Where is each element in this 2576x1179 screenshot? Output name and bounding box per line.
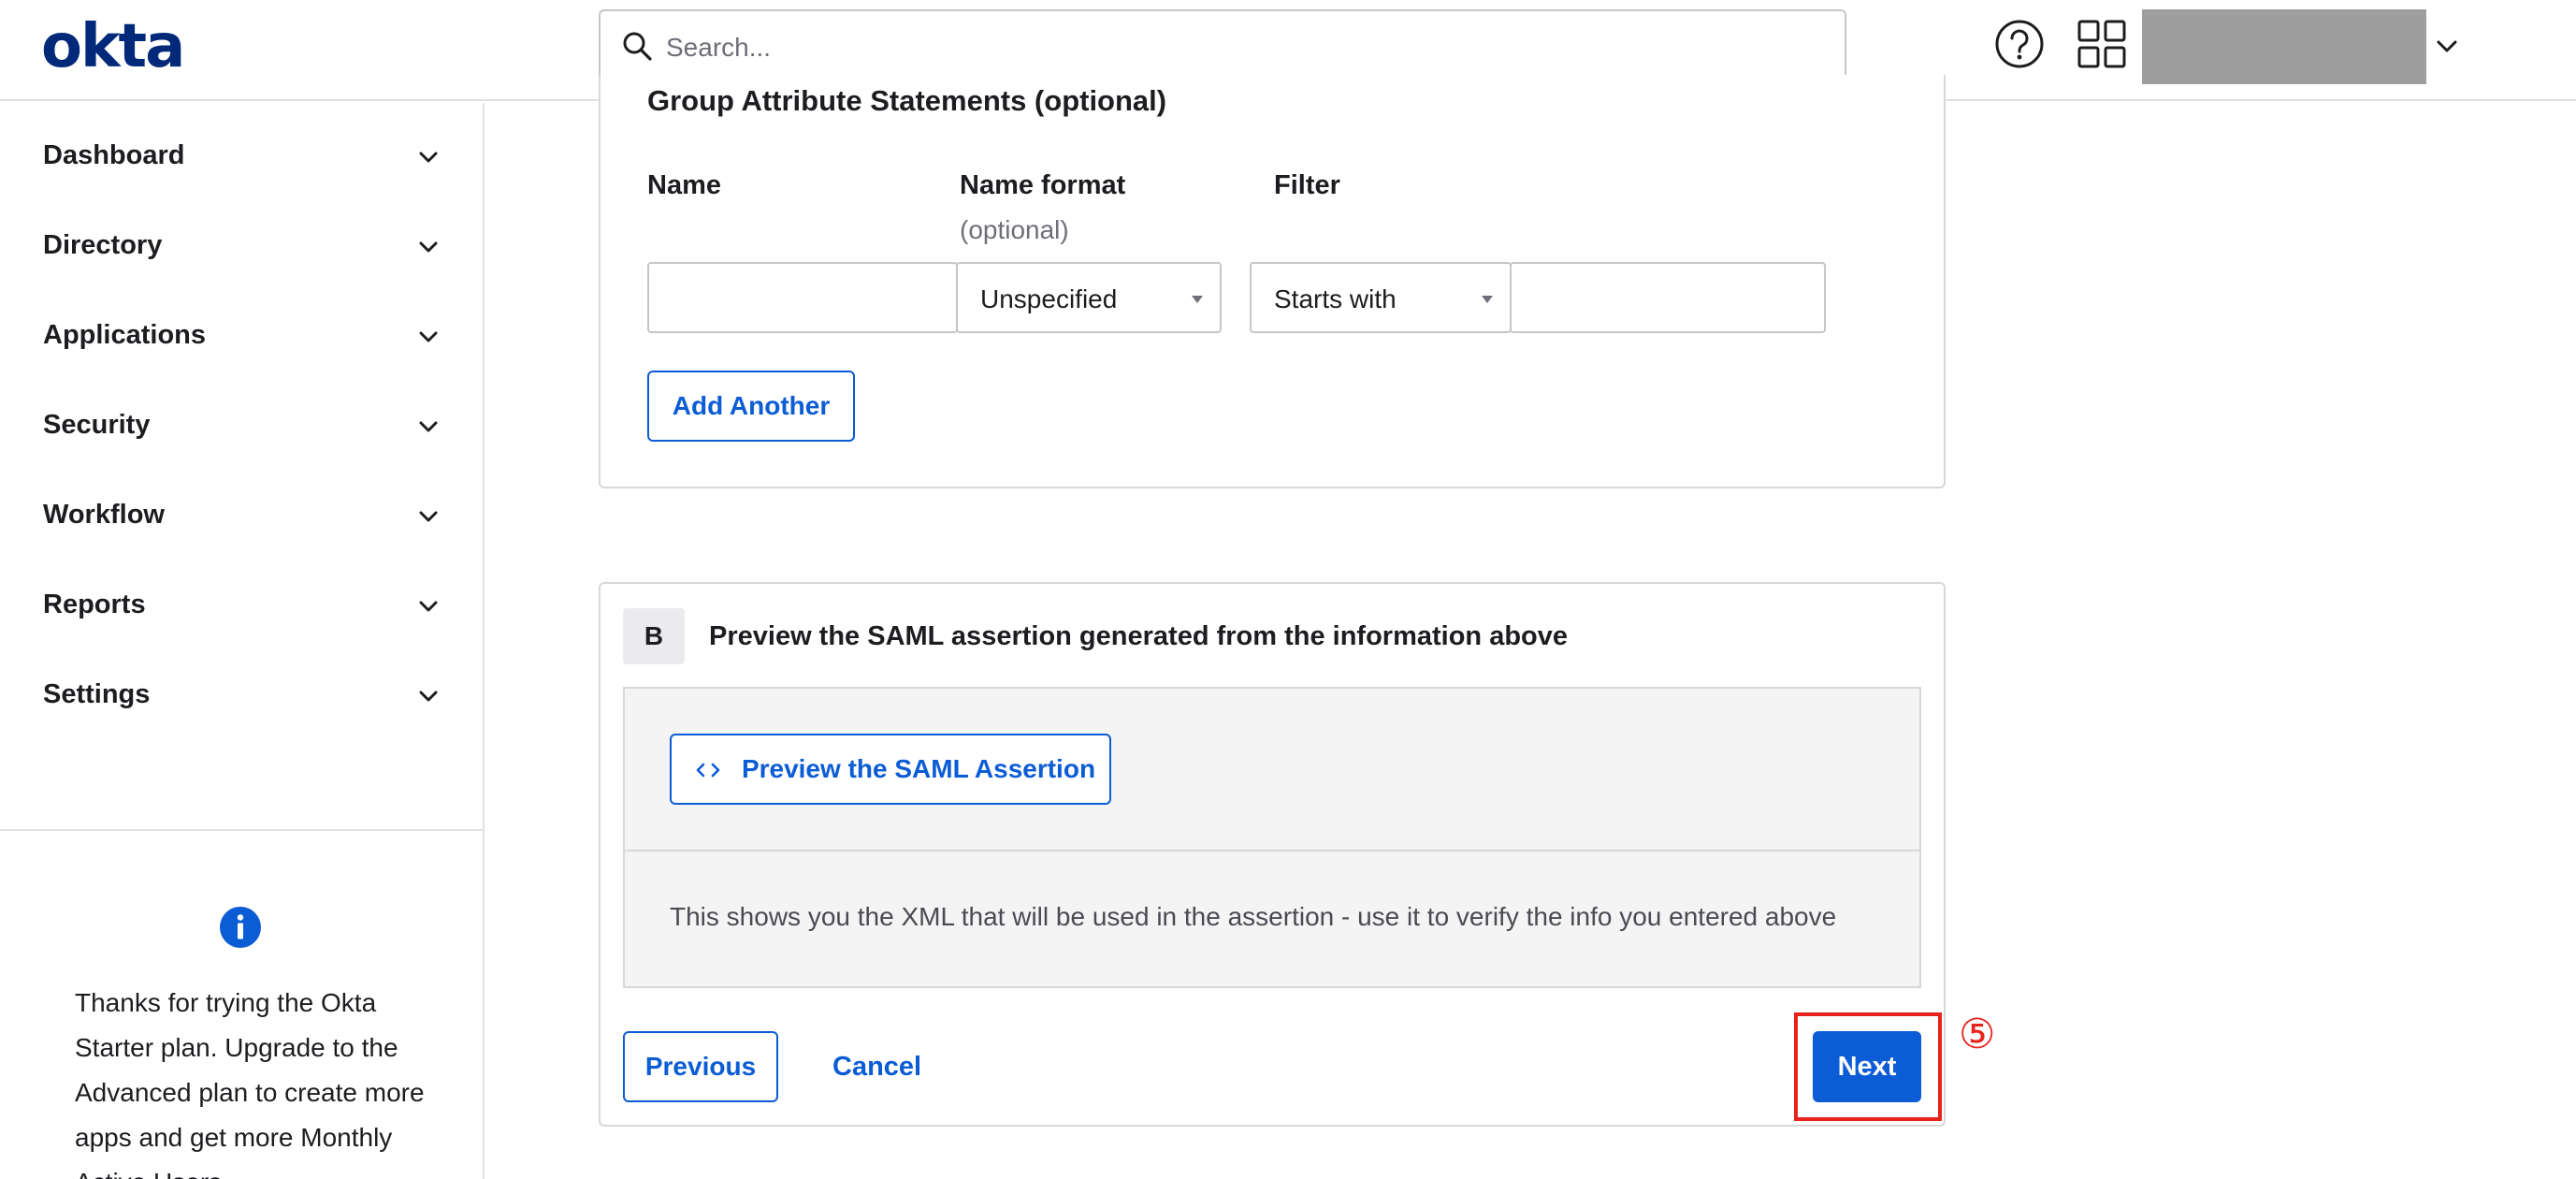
attribute-name-input[interactable]	[647, 262, 958, 333]
previous-label: Previous	[644, 1052, 757, 1081]
preview-divider	[625, 850, 1919, 852]
chevron-down-icon	[419, 421, 438, 432]
sidebar-item-label: Reports	[43, 590, 146, 619]
preview-panel: Preview the SAML Assertion This shows yo…	[623, 687, 1921, 988]
chevron-down-icon[interactable]	[2434, 34, 2460, 60]
step-title: Preview the SAML assertion generated fro…	[709, 621, 1569, 651]
okta-logo[interactable]: okta	[41, 17, 185, 77]
name-format-selected-value: Unspecified	[980, 284, 1118, 313]
sidebar-item-security[interactable]: Security	[0, 372, 483, 462]
sidebar-item-directory[interactable]: Directory	[0, 193, 483, 283]
chevron-down-icon	[419, 511, 438, 522]
highlight-box	[1794, 1012, 1942, 1121]
sidebar-item-dashboard[interactable]: Dashboard	[0, 103, 483, 193]
sidebar-item-label: Settings	[43, 679, 151, 709]
user-account-menu[interactable]	[2142, 9, 2426, 84]
sidebar-item-reports[interactable]: Reports	[0, 552, 483, 642]
preview-help-text: This shows you the XML that will be used…	[670, 902, 1837, 931]
sidebar-item-settings[interactable]: Settings	[0, 642, 483, 732]
section-title: Group Attribute Statements (optional)	[647, 84, 1167, 117]
chevron-down-icon	[419, 331, 438, 342]
preview-saml-card: B Preview the SAML assertion generated f…	[599, 582, 1946, 1127]
filter-value-input[interactable]	[1510, 262, 1826, 333]
app-switcher-icon[interactable]	[2077, 19, 2127, 69]
name-format-select[interactable]: Unspecified	[956, 262, 1222, 333]
sidebar-item-applications[interactable]: Applications	[0, 283, 483, 372]
filter-type-select[interactable]: Starts with	[1250, 262, 1512, 333]
preview-saml-assertion-label: Preview the SAML Assertion	[741, 754, 1096, 783]
name-format-column-label: Name format	[960, 170, 1126, 200]
step-badge: B	[623, 608, 685, 664]
sidebar-divider	[0, 829, 483, 831]
group-attribute-statements-card: Group Attribute Statements (optional) Na…	[599, 75, 1946, 488]
caret-down-icon	[1482, 296, 1493, 303]
previous-button[interactable]: Previous	[623, 1031, 778, 1102]
info-icon	[220, 907, 261, 948]
add-another-button[interactable]: Add Another	[647, 371, 855, 442]
chevron-down-icon	[419, 601, 438, 612]
name-format-optional-label: (optional)	[960, 215, 1069, 244]
sidebar-item-label: Dashboard	[43, 140, 185, 170]
search-input[interactable]: Search...	[599, 9, 1846, 80]
sidebar-item-label: Workflow	[43, 500, 165, 530]
search-placeholder: Search...	[666, 33, 772, 62]
chevron-down-icon	[419, 241, 438, 253]
filter-column-label: Filter	[1274, 170, 1340, 200]
add-another-label: Add Another	[672, 391, 831, 420]
sidebar: Dashboard Directory Applications Securit…	[0, 103, 485, 1179]
sidebar-item-workflow[interactable]: Workflow	[0, 462, 483, 552]
cancel-button[interactable]: Cancel	[832, 1052, 921, 1083]
filter-type-selected-value: Starts with	[1274, 284, 1397, 313]
sidebar-item-label: Security	[43, 410, 151, 440]
caret-down-icon	[1192, 296, 1203, 303]
chevron-down-icon	[419, 691, 438, 702]
sidebar-item-label: Directory	[43, 230, 163, 260]
preview-saml-assertion-button[interactable]: Preview the SAML Assertion	[670, 734, 1111, 805]
help-icon[interactable]	[1994, 19, 2045, 69]
step-number-annotation: ⑤	[1959, 1011, 1996, 1058]
upgrade-promo-text: Thanks for trying the Okta Starter plan.…	[75, 988, 425, 1179]
chevron-down-icon	[419, 152, 438, 163]
search-icon	[623, 32, 652, 61]
sidebar-item-label: Applications	[43, 320, 207, 350]
name-column-label: Name	[647, 170, 721, 200]
